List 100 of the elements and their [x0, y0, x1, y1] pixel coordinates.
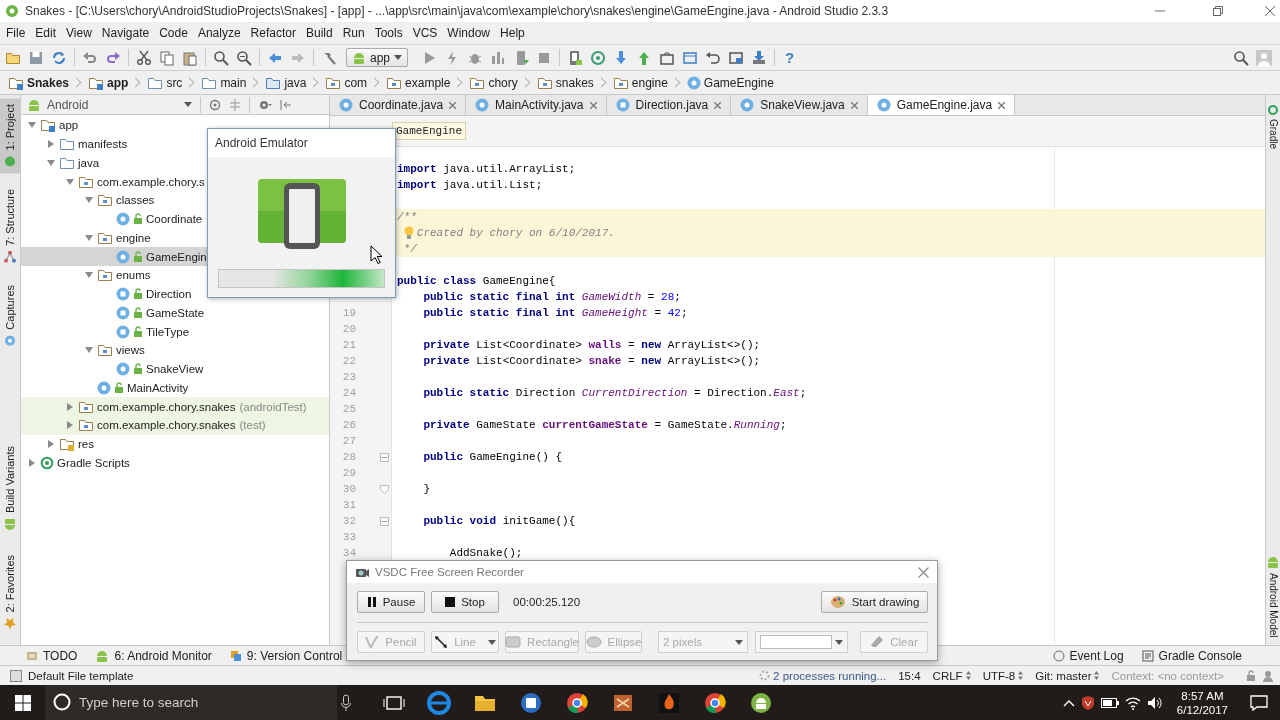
vcs-branch-selector[interactable]: Git: master [1035, 669, 1100, 682]
speaker-icon[interactable] [1146, 695, 1163, 710]
flame-icon[interactable] [657, 690, 681, 715]
nav-crumb[interactable]: Snakes [8, 74, 70, 91]
nav-crumb[interactable]: com [325, 74, 368, 91]
menu-item[interactable]: Refactor [245, 26, 301, 40]
fold-marker-icon[interactable] [380, 453, 389, 462]
redo-icon[interactable] [105, 49, 121, 66]
inspector-icon[interactable] [1262, 669, 1274, 682]
tool-window-tab[interactable]: 7: Structure [0, 183, 20, 270]
paste-icon[interactable] [182, 49, 198, 66]
menu-item[interactable]: Help [495, 26, 530, 40]
tree-item[interactable]: com.example.chory.snakes (androidTest) [21, 397, 329, 416]
collapse-all-icon[interactable] [229, 98, 241, 111]
nav-crumb[interactable]: java [265, 74, 307, 91]
task-view-icon[interactable] [383, 693, 405, 712]
windows-logo-icon[interactable] [14, 694, 31, 711]
collapse-arrow-icon[interactable] [65, 176, 75, 187]
expand-arrow-icon[interactable] [46, 139, 56, 150]
tree-item[interactable]: enums [21, 266, 329, 285]
pause-button[interactable]: Pause [357, 591, 425, 613]
lock-status-icon[interactable] [1246, 669, 1256, 682]
hide-panel-icon[interactable] [280, 98, 292, 111]
tool-window-tab[interactable]: 6: Android Monitor [95, 648, 212, 663]
search-field[interactable]: Type here to search [45, 685, 337, 720]
chevron-up-icon[interactable] [1062, 698, 1075, 707]
device-manager-icon[interactable] [567, 49, 584, 66]
bars-icon[interactable] [490, 49, 507, 66]
line-separator-selector[interactable]: CRLF [932, 669, 971, 682]
editor-tab[interactable]: Direction.java [606, 95, 732, 115]
tree-item[interactable]: SnakeView [21, 359, 329, 379]
tool-window-tab[interactable]: 1: Project [0, 98, 20, 174]
tree-item[interactable]: TileType [21, 322, 329, 341]
save-icon[interactable] [28, 49, 44, 66]
tree-item[interactable]: Coordinate [21, 209, 329, 229]
tool-window-tab[interactable]: Android Model [1266, 552, 1280, 645]
tree-item[interactable]: GameState [21, 303, 329, 323]
microphone-icon[interactable] [340, 693, 352, 712]
menu-item[interactable]: Build [300, 26, 338, 40]
notification-icon[interactable] [1250, 694, 1268, 711]
maximize-icon[interactable] [1212, 5, 1224, 17]
close-tab-icon[interactable] [850, 101, 858, 109]
caret-position[interactable]: 15:4 [898, 669, 921, 682]
code-breadcrumb[interactable]: GameEngine [392, 122, 466, 140]
close-tab-icon[interactable] [589, 101, 597, 109]
tool-window-tab[interactable]: Build Variants [0, 440, 20, 539]
tool-window-tab[interactable]: Gradle Console [1141, 648, 1242, 663]
nav-crumb[interactable]: app [88, 74, 129, 91]
expand-arrow-icon[interactable] [46, 439, 56, 450]
collapse-arrow-icon[interactable] [84, 232, 94, 243]
battery-icon[interactable] [1100, 697, 1119, 708]
layout-icon[interactable] [728, 49, 745, 66]
menu-item[interactable]: Analyze [192, 26, 246, 40]
android-studio-icon[interactable] [749, 690, 773, 715]
browser-icon[interactable] [703, 690, 727, 715]
tree-item[interactable]: com.example.chory.s [21, 172, 329, 191]
tree-item[interactable]: classes [21, 191, 329, 210]
fold-marker-icon[interactable] [380, 517, 389, 526]
encoding-selector[interactable]: UTF-8 [982, 669, 1024, 682]
nav-crumb[interactable]: GameEngine [686, 75, 774, 90]
expand-arrow-icon[interactable] [65, 420, 75, 431]
sync-icon[interactable] [51, 49, 67, 66]
search-icon[interactable] [1233, 49, 1249, 66]
sdk-download-icon[interactable] [751, 49, 768, 66]
tool-window-tab[interactable]: Gradle [1266, 103, 1280, 157]
tree-item[interactable]: MainActivity [21, 378, 329, 398]
help-button[interactable]: ? [782, 49, 798, 66]
tool-window-tab[interactable]: 2: Favorites [0, 548, 20, 635]
shield-icon[interactable] [1080, 694, 1095, 711]
menu-item[interactable]: Run [337, 26, 370, 40]
nav-crumb[interactable]: example [386, 74, 451, 91]
close-icon[interactable] [918, 566, 929, 578]
tool-window-tab[interactable]: Captures [0, 279, 20, 353]
target-icon[interactable] [590, 49, 607, 66]
gear-icon[interactable] [258, 98, 272, 111]
background-tasks-link[interactable]: 2 processes running... [759, 669, 887, 682]
tool-window-tab[interactable]: TODO [26, 648, 78, 663]
run-config-dropdown[interactable]: app [346, 48, 409, 67]
clock[interactable]: 8:57 AM 6/12/2017 [1176, 688, 1228, 717]
close-tab-icon[interactable] [449, 101, 457, 109]
scissors-icon[interactable] [136, 49, 152, 66]
editor-tab[interactable]: Coordinate.java [330, 95, 467, 115]
tree-item[interactable]: Gradle Scripts [21, 453, 329, 473]
menu-item[interactable]: Window [442, 26, 496, 40]
lightbulb-icon[interactable] [404, 226, 414, 240]
menu-item[interactable]: Navigate [96, 26, 155, 40]
nav-crumb[interactable]: chory [469, 74, 518, 91]
collapse-arrow-icon[interactable] [46, 157, 56, 168]
browser-icon[interactable] [565, 690, 589, 715]
document-app-icon[interactable] [519, 690, 543, 715]
menu-item[interactable]: Tools [369, 26, 408, 40]
close-tab-icon[interactable] [714, 101, 722, 109]
nav-crumb[interactable]: snakes [536, 74, 594, 91]
expand-arrow-icon[interactable] [27, 457, 37, 468]
nav-crumb[interactable]: main [201, 74, 247, 91]
nav-crumb[interactable]: engine [612, 74, 668, 91]
editor-tab[interactable]: SnakeView.java [731, 95, 868, 115]
wifi-icon[interactable] [1124, 695, 1141, 710]
stop-button[interactable]: Stop [431, 591, 499, 613]
close-tab-icon[interactable] [998, 101, 1006, 109]
